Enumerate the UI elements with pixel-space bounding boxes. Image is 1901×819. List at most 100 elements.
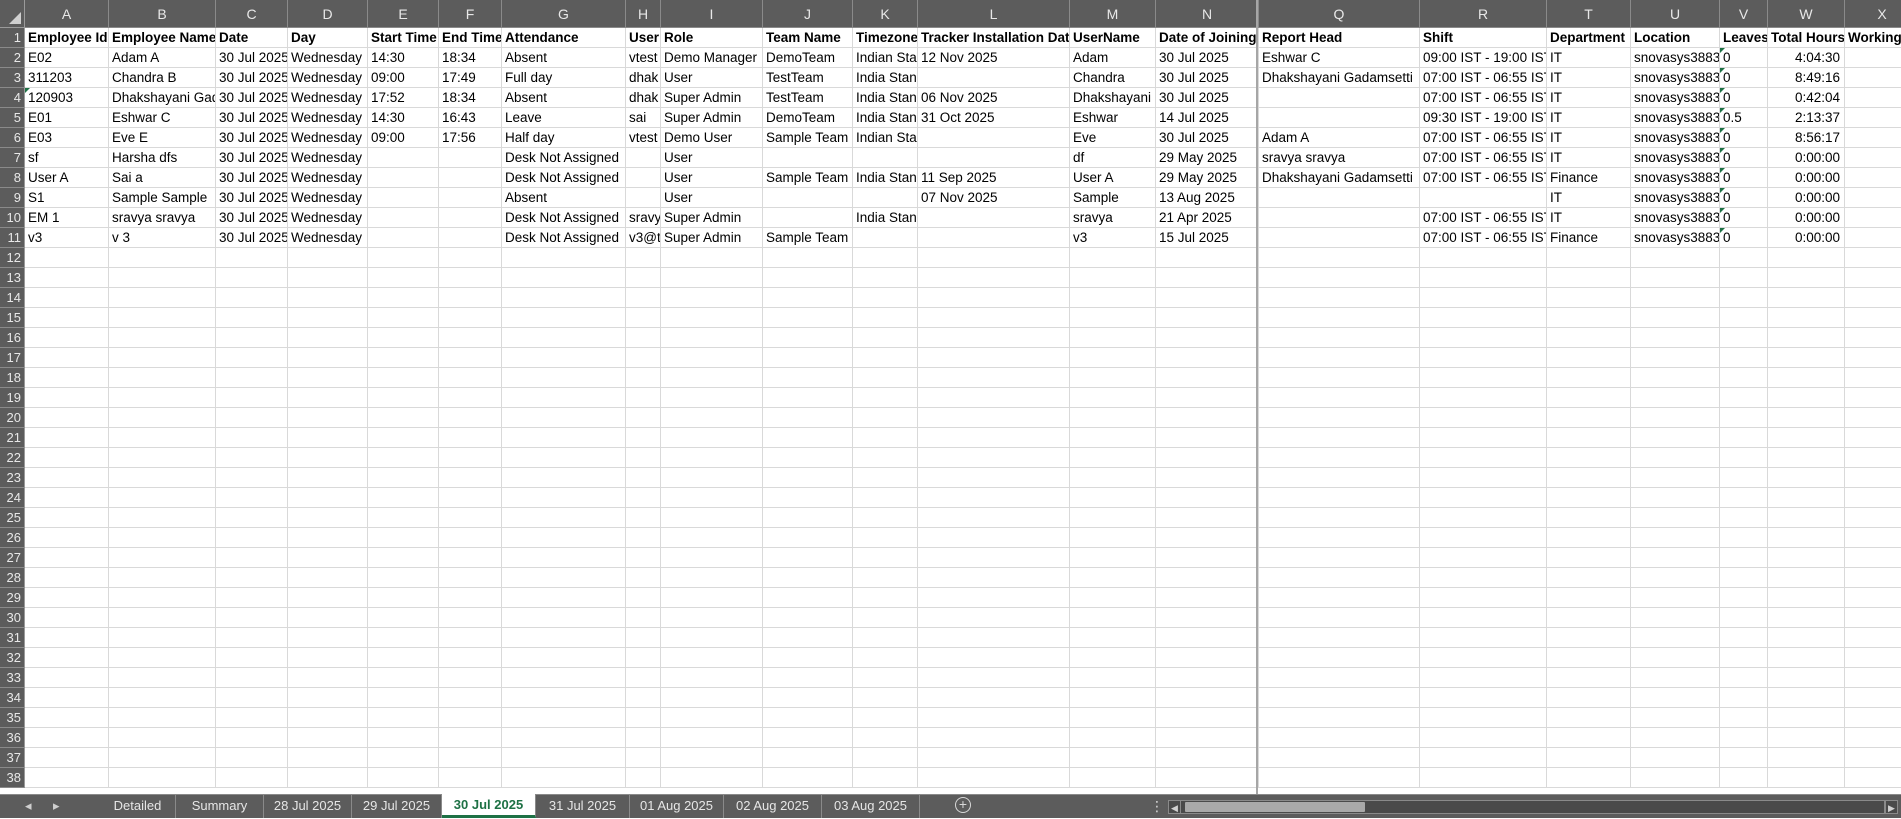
table-cell[interactable]: 12 Nov 2025 (918, 48, 1070, 68)
table-cell[interactable]: EM 1 (25, 208, 109, 228)
table-cell[interactable] (1547, 248, 1631, 268)
table-cell[interactable] (216, 548, 288, 568)
table-cell[interactable] (1156, 668, 1259, 688)
table-cell[interactable] (661, 568, 763, 588)
table-cell[interactable] (109, 328, 216, 348)
table-cell[interactable]: India Stan (853, 208, 918, 228)
table-cell[interactable]: Wednesday (288, 88, 368, 108)
table-cell[interactable] (1720, 448, 1768, 468)
table-cell[interactable]: snovasys3883 (1631, 228, 1720, 248)
table-cell[interactable] (661, 388, 763, 408)
table-cell[interactable] (1720, 548, 1768, 568)
table-cell[interactable] (368, 548, 439, 568)
table-cell[interactable] (763, 248, 853, 268)
table-cell[interactable] (661, 448, 763, 468)
table-cell[interactable] (216, 268, 288, 288)
table-cell[interactable] (439, 248, 502, 268)
table-cell[interactable] (661, 468, 763, 488)
table-cell[interactable] (25, 528, 109, 548)
table-cell[interactable] (1547, 688, 1631, 708)
table-cell[interactable] (853, 388, 918, 408)
table-cell[interactable]: Dhakshayani (1070, 88, 1156, 108)
table-cell[interactable] (439, 628, 502, 648)
row-header[interactable]: 25 (0, 508, 25, 528)
table-cell[interactable] (216, 648, 288, 668)
table-cell[interactable] (1259, 328, 1420, 348)
table-cell[interactable]: snovasys3883 (1631, 208, 1720, 228)
table-cell[interactable] (626, 448, 661, 468)
table-cell[interactable] (288, 588, 368, 608)
table-cell[interactable]: India Stan (853, 88, 918, 108)
table-cell[interactable] (853, 408, 918, 428)
table-cell[interactable] (853, 448, 918, 468)
table-cell[interactable] (1156, 348, 1259, 368)
table-cell[interactable] (1070, 368, 1156, 388)
table-cell[interactable]: 17:56 (439, 128, 502, 148)
table-cell[interactable] (1845, 128, 1901, 148)
table-cell[interactable] (1420, 528, 1547, 548)
table-cell[interactable]: snovasys3883 (1631, 88, 1720, 108)
table-cell[interactable]: Desk Not Assigned (502, 148, 626, 168)
table-cell[interactable] (1845, 748, 1901, 768)
table-cell[interactable] (1547, 348, 1631, 368)
table-cell[interactable]: Finance (1547, 228, 1631, 248)
table-cell[interactable] (1720, 668, 1768, 688)
table-cell[interactable] (109, 588, 216, 608)
header-cell[interactable]: UserName (1070, 28, 1156, 48)
table-cell[interactable] (626, 488, 661, 508)
table-cell[interactable]: 30 Jul 2025 (216, 228, 288, 248)
table-cell[interactable] (763, 588, 853, 608)
table-cell[interactable]: 30 Jul 2025 (1156, 88, 1259, 108)
table-cell[interactable] (439, 508, 502, 528)
table-cell[interactable] (1631, 568, 1720, 588)
table-cell[interactable] (918, 408, 1070, 428)
table-cell[interactable]: Sai a (109, 168, 216, 188)
table-cell[interactable]: sai (626, 108, 661, 128)
table-cell[interactable] (1156, 328, 1259, 348)
table-cell[interactable] (502, 728, 626, 748)
table-cell[interactable]: 8:49:16 (1768, 68, 1845, 88)
table-cell[interactable] (1720, 648, 1768, 668)
table-cell[interactable] (1420, 308, 1547, 328)
table-cell[interactable] (288, 608, 368, 628)
table-cell[interactable] (1631, 268, 1720, 288)
table-cell[interactable] (1070, 448, 1156, 468)
table-cell[interactable] (1259, 708, 1420, 728)
header-cell[interactable]: Start Time (368, 28, 439, 48)
table-cell[interactable] (109, 548, 216, 568)
table-cell[interactable] (439, 288, 502, 308)
row-header[interactable]: 4 (0, 88, 25, 108)
table-cell[interactable] (1420, 288, 1547, 308)
column-header[interactable]: G (502, 0, 626, 28)
table-cell[interactable]: Chandra B (109, 68, 216, 88)
table-cell[interactable] (502, 768, 626, 788)
table-cell[interactable] (1547, 388, 1631, 408)
table-cell[interactable] (918, 148, 1070, 168)
table-cell[interactable]: Wednesday (288, 228, 368, 248)
table-cell[interactable] (439, 408, 502, 428)
table-cell[interactable]: Demo Manager (661, 48, 763, 68)
column-header[interactable]: M (1070, 0, 1156, 28)
table-cell[interactable] (1631, 668, 1720, 688)
table-cell[interactable] (1070, 328, 1156, 348)
table-cell[interactable]: Wednesday (288, 128, 368, 148)
table-cell[interactable]: Adam A (109, 48, 216, 68)
table-cell[interactable] (368, 528, 439, 548)
table-cell[interactable] (1547, 508, 1631, 528)
table-cell[interactable] (368, 628, 439, 648)
row-header[interactable]: 17 (0, 348, 25, 368)
table-cell[interactable] (1420, 448, 1547, 468)
spreadsheet-grid[interactable]: ABCDEFGHIJKLMNQRTUVWX 1 2 3 4 5 6 7 8 9 10 11 12 13 1… (0, 0, 1901, 794)
table-cell[interactable]: 0:00:00 (1768, 208, 1845, 228)
table-cell[interactable] (1259, 668, 1420, 688)
table-cell[interactable] (763, 648, 853, 668)
table-cell[interactable]: sf (25, 148, 109, 168)
table-cell[interactable] (1070, 468, 1156, 488)
table-cell[interactable] (1845, 448, 1901, 468)
row-header[interactable]: 13 (0, 268, 25, 288)
table-cell[interactable] (626, 548, 661, 568)
table-cell[interactable] (661, 308, 763, 328)
table-cell[interactable] (216, 668, 288, 688)
table-cell[interactable] (1156, 648, 1259, 668)
table-cell[interactable] (1420, 268, 1547, 288)
